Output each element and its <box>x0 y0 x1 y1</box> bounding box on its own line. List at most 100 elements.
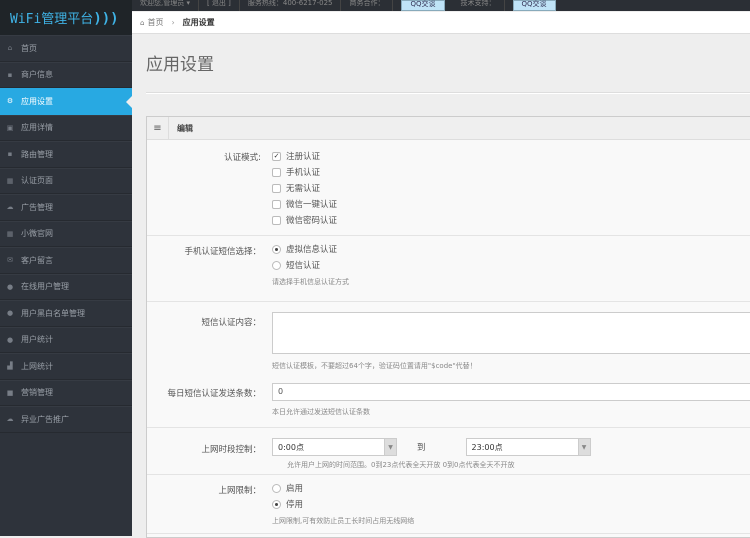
sms-content-textarea[interactable] <box>272 312 750 354</box>
cloud-icon: ☁ <box>6 415 14 424</box>
checkbox[interactable] <box>272 183 281 193</box>
sidebar-item-label: 路由管理 <box>21 149 53 159</box>
logo[interactable]: WiFi管理平台))) <box>0 0 132 35</box>
sms-content-label: 短信认证内容： <box>201 318 261 328</box>
sidebar-item-label: 营销管理 <box>21 388 53 398</box>
sidebar-item[interactable]: ▟ 上网统计 <box>0 353 132 380</box>
user-icon: ● <box>6 335 14 344</box>
sidebar-item-label: 应用详情 <box>21 123 53 133</box>
time-to-select[interactable]: 23:00点 ▼ <box>465 438 591 456</box>
qq-chat-button[interactable]: QQ交谈 <box>401 0 445 11</box>
sms-daily-input[interactable]: 0 <box>272 383 750 401</box>
grid-icon: ▦ <box>6 176 14 185</box>
option-label: 注册认证 <box>286 152 321 162</box>
sms-daily-row: 每日短信认证发送条数： 0 本日允许通过发送短信认证条数 <box>147 378 750 428</box>
router-icon: ▪ <box>7 150 13 159</box>
radio-option[interactable]: 短信认证 <box>272 257 750 273</box>
chevron-down-icon: ▼ <box>577 439 590 455</box>
net-limit-label: 上网限制： <box>218 486 261 496</box>
checkbox[interactable] <box>272 215 281 225</box>
signal-icon: ▟ <box>7 362 13 371</box>
sms-content-help: 短信认证模板，不要超过64个字，验证码位置请用"$code"代替！ <box>272 362 477 370</box>
sidebar-item[interactable]: ▦ 小微官网 <box>0 220 132 247</box>
sms-choice-row: 手机认证短信选择： 虚拟信息认证 短信认证 请选择手机信息认证方式 <box>147 236 750 302</box>
briefcase-icon: ■ <box>6 388 14 397</box>
option-label: 短信认证 <box>286 261 321 271</box>
cloud-icon: ☁ <box>6 203 14 212</box>
chevron-right-icon: › <box>171 18 175 27</box>
sidebar-item[interactable]: ▦ 认证页面 <box>0 167 132 194</box>
checkbox-option[interactable]: 手机认证 <box>272 164 750 180</box>
sidebar-item[interactable]: ⌂ 首页 <box>0 35 132 62</box>
checkbox-option[interactable]: 微信一键认证 <box>272 196 750 212</box>
sidebar-item-label: 小微官网 <box>21 229 53 239</box>
cogs-icon: ⚙ <box>6 97 14 106</box>
support-label: 技术支持： <box>453 0 505 11</box>
checkbox[interactable] <box>272 199 281 209</box>
home-icon: ⌂ <box>7 44 13 53</box>
radio-option[interactable]: 停用 <box>272 496 750 512</box>
qq-chat-button[interactable]: QQ交谈 <box>512 0 556 11</box>
divider <box>146 92 750 94</box>
sidebar-item-label: 上网统计 <box>21 361 53 371</box>
sidebar-item[interactable]: ⚙ 应用设置 <box>0 88 132 115</box>
wifi-icon: ))) <box>93 11 119 27</box>
breadcrumb-home[interactable]: 首页 <box>147 17 163 28</box>
sidebar: WiFi管理平台))) ⌂ 首页 ▪ 商户信息 ⚙ 应用设置 ▣ 应用详情 ▪ 路由管理 ▦ 认证页面… <box>0 0 132 536</box>
sidebar-item[interactable]: ☁ 异业广告推广 <box>0 406 132 433</box>
option-label: 微信密码认证 <box>286 216 338 226</box>
service-hotline: 服务热线：400-6217-025 <box>240 0 342 11</box>
chevron-down-icon: ▼ <box>384 439 396 455</box>
sms-choice-label: 手机认证短信选择： <box>184 247 261 257</box>
time-from-value: 0:00点 <box>278 442 304 452</box>
checkbox[interactable]: ✓ <box>272 151 281 161</box>
sidebar-item-label: 应用设置 <box>21 96 53 106</box>
home-icon: ⌂ <box>140 18 145 27</box>
breadcrumb: ⌂ 首页 › 应用设置 <box>132 12 750 34</box>
users-icon: ▪ <box>7 70 13 79</box>
sms-content-row: 短信认证内容： 短信认证模板，不要超过64个字，验证码位置请用"$code"代替… <box>147 302 750 378</box>
option-label: 虚拟信息认证 <box>286 245 338 255</box>
sidebar-item[interactable]: ▣ 应用详情 <box>0 114 132 141</box>
time-from-select[interactable]: 0:00点 ▼ <box>272 438 397 456</box>
sidebar-item-label: 客户留言 <box>21 255 53 265</box>
sidebar-item[interactable]: ● 用户统计 <box>0 326 132 353</box>
option-label: 微信一键认证 <box>286 200 338 210</box>
checkbox-option[interactable]: ✓ 注册认证 <box>272 148 750 164</box>
sidebar-item-label: 用户统计 <box>21 335 53 345</box>
list-icon: ≡ <box>147 117 169 139</box>
time-ctrl-label: 上网时段控制： <box>201 445 261 455</box>
radio-button[interactable] <box>272 244 281 254</box>
radio-option[interactable]: 启用 <box>272 480 750 496</box>
sidebar-item-label: 认证页面 <box>21 176 53 186</box>
net-limit-help: 上网限制,可有效防止员工长时间占用无线网络 <box>272 517 415 525</box>
panel-header: ≡ 编辑 <box>147 117 750 140</box>
radio-button[interactable] <box>272 260 281 270</box>
sidebar-item[interactable]: ● 在线用户管理 <box>0 273 132 300</box>
sidebar-item-label: 异业广告推广 <box>21 414 69 424</box>
edit-panel: ≡ 编辑 认证模式: ✓ 注册认证 手机认证 无需认证 微信一键认证 微信密码认证 手机认… <box>146 116 750 538</box>
logout-link[interactable]: [ 退出 ] <box>199 0 240 11</box>
radio-option[interactable]: 虚拟信息认证 <box>272 241 750 257</box>
user-icon: ● <box>6 309 14 318</box>
sidebar-item-label: 广告管理 <box>21 202 53 212</box>
sidebar-item[interactable]: ☁ 广告管理 <box>0 194 132 221</box>
radio-button[interactable] <box>272 499 281 509</box>
radio-button[interactable] <box>272 483 281 493</box>
welcome-menu[interactable]: 欢迎您,管理员 ▾ <box>132 0 199 11</box>
sidebar-item-label: 在线用户管理 <box>21 282 69 292</box>
time-ctrl-row: 上网时段控制： 0:00点 ▼ 到 23:00点 ▼ 允许用户上网的时间范围。0到2… <box>147 428 750 475</box>
option-label: 无需认证 <box>286 184 321 194</box>
checkbox-option[interactable]: 微信密码认证 <box>272 212 750 228</box>
top-bar: 欢迎您,管理员 ▾ [ 退出 ] 服务热线：400-6217-025 商务合作：… <box>132 0 750 11</box>
time-to-value: 23:00点 <box>471 442 503 452</box>
checkbox-icon: ▣ <box>6 123 14 132</box>
checkbox-option[interactable]: 无需认证 <box>272 180 750 196</box>
business-label: 商务合作： <box>341 0 394 11</box>
option-label: 停用 <box>286 500 304 510</box>
checkbox[interactable] <box>272 167 281 177</box>
option-label: 手机认证 <box>286 168 321 178</box>
sms-choice-help: 请选择手机信息认证方式 <box>272 278 349 286</box>
sidebar-item[interactable]: ▪ 商户信息 <box>0 61 132 88</box>
panel-title: 编辑 <box>177 123 193 133</box>
